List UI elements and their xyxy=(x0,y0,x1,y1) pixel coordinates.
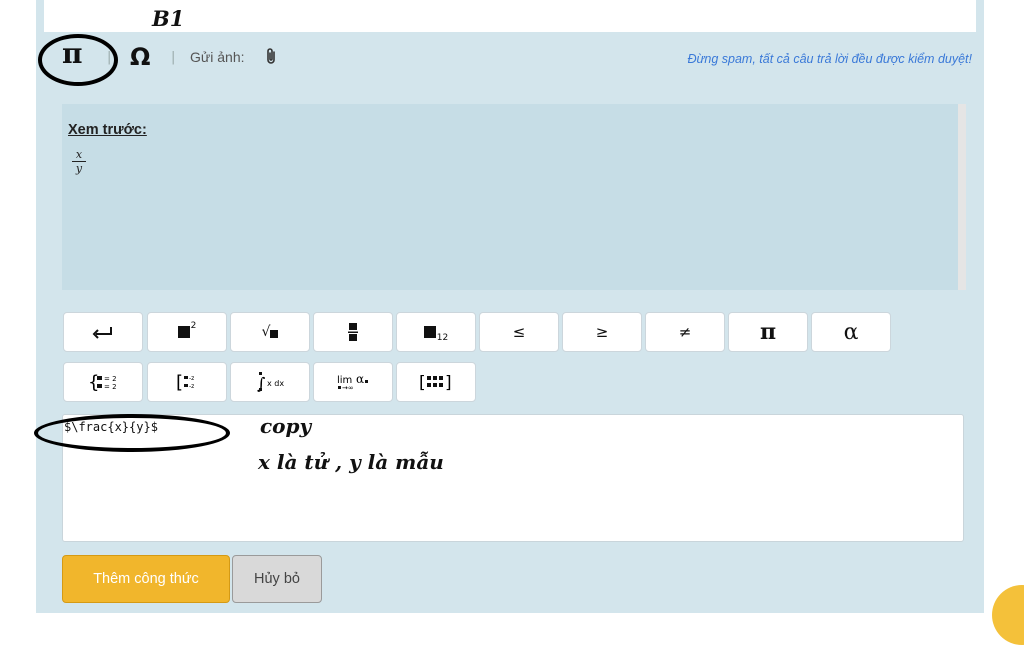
equation-system-button[interactable]: { = 2 = 2 xyxy=(63,362,143,402)
box-icon xyxy=(177,326,190,338)
superscript-button[interactable]: 2 xyxy=(147,312,227,352)
svg-text:[: [ xyxy=(176,372,183,392)
integral-button[interactable]: ∫ x dx xyxy=(230,362,310,402)
cancel-button[interactable]: Hủy bỏ xyxy=(232,555,322,603)
svg-text:[: [ xyxy=(419,373,426,392)
svg-text:= 2: = 2 xyxy=(104,383,117,391)
svg-text:-z: -z xyxy=(189,383,194,390)
fraction-numerator: x xyxy=(72,148,86,162)
pi-button[interactable]: π xyxy=(728,312,808,352)
highlight-circle xyxy=(38,34,118,86)
special-char-button[interactable]: Ω xyxy=(130,45,150,69)
preview-label: Xem trước: xyxy=(68,122,147,138)
preview-fraction: x y xyxy=(72,148,86,175)
floating-widget[interactable] xyxy=(992,585,1024,645)
pi-symbol: π xyxy=(759,319,777,345)
svg-text:-z: -z xyxy=(189,375,194,382)
matrix-button[interactable]: [] xyxy=(396,362,476,402)
limit-button[interactable]: lim α →∞ xyxy=(313,362,393,402)
preview-box: Xem trước: x y xyxy=(62,104,966,290)
box-icon xyxy=(423,326,436,338)
leq-button[interactable]: ≤ xyxy=(479,312,559,352)
leq-symbol: ≤ xyxy=(512,323,526,341)
fraction-denominator: y xyxy=(75,162,83,175)
copy-annotation: copy xyxy=(260,414,312,438)
svg-text:→∞: →∞ xyxy=(342,384,354,392)
geq-button[interactable]: ≥ xyxy=(562,312,642,352)
enter-key-button[interactable] xyxy=(63,312,143,352)
subscript-button[interactable]: 12 xyxy=(396,312,476,352)
separator: | xyxy=(107,50,112,65)
fraction-button[interactable] xyxy=(313,312,393,352)
add-formula-button[interactable]: Thêm công thức xyxy=(62,555,230,603)
svg-text:x dx: x dx xyxy=(267,379,284,388)
paperclip-icon[interactable] xyxy=(265,47,277,69)
step-label: B1 xyxy=(152,6,185,31)
svg-text:= 2: = 2 xyxy=(104,375,117,383)
svg-text:]: ] xyxy=(445,373,452,392)
separator: | xyxy=(171,50,176,65)
svg-text:α: α xyxy=(356,372,364,386)
bracket-system-button[interactable]: [ -z -z xyxy=(147,362,227,402)
sqrt-button[interactable]: √ xyxy=(230,312,310,352)
alpha-button[interactable]: α xyxy=(811,312,891,352)
alpha-symbol: α xyxy=(843,319,859,345)
geq-symbol: ≥ xyxy=(595,323,609,341)
explanation-annotation: x là tử , y là mẫu xyxy=(258,450,444,474)
neq-button[interactable]: ≠ xyxy=(645,312,725,352)
moderation-warning: Đừng spam, tất cả câu trả lời đều được k… xyxy=(687,52,972,66)
svg-text:{: { xyxy=(88,372,99,392)
highlight-circle xyxy=(34,414,230,452)
send-image-label: Gửi ảnh: xyxy=(190,49,245,65)
neq-symbol: ≠ xyxy=(678,323,692,341)
